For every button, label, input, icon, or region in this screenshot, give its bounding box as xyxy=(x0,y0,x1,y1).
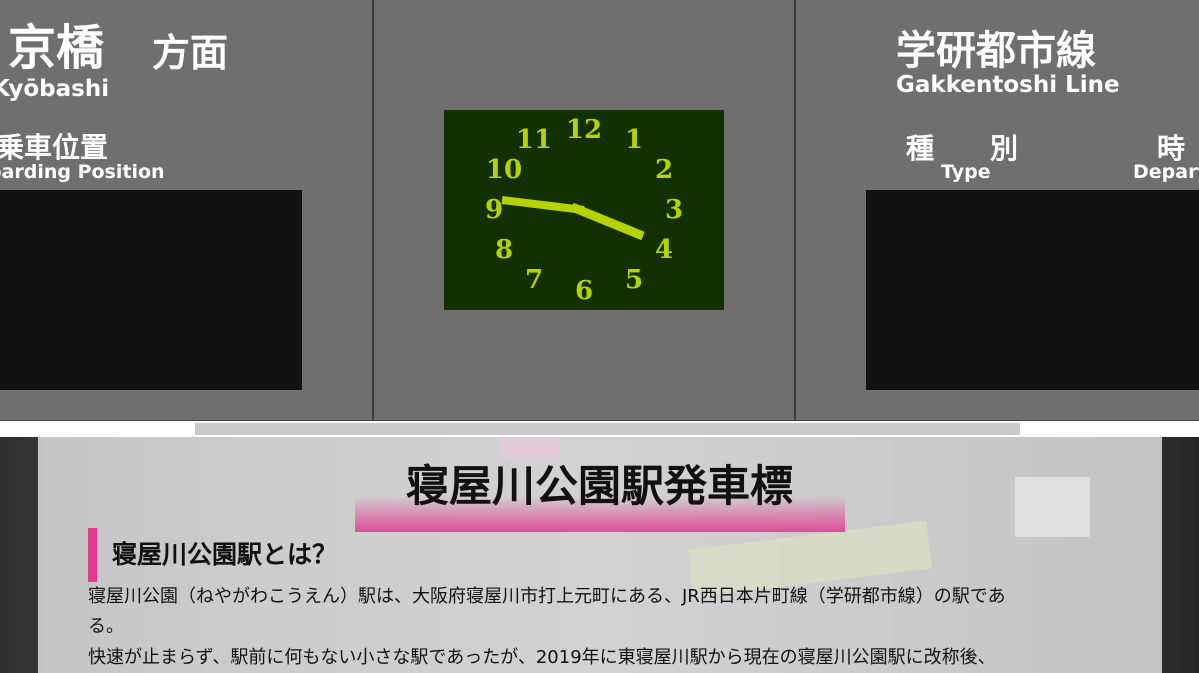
boarding-position-label-en: Boarding Position xyxy=(0,161,165,183)
clock-numeral-3: 3 xyxy=(665,195,683,225)
horizontal-scrollbar[interactable] xyxy=(195,423,1020,435)
departure-board: 京橋 方面 Kyōbashi 乗車位置 Boarding Position 12… xyxy=(0,0,1199,421)
clock-numeral-9: 9 xyxy=(485,195,503,225)
destination-name: 京橋 xyxy=(8,20,105,76)
departure-time-label-en: Depart xyxy=(1133,161,1199,183)
article-paragraph-line: る。 xyxy=(88,616,124,637)
line-name-en: Gakkentoshi Line xyxy=(896,72,1120,98)
line-name: 学研都市線 xyxy=(896,28,1096,74)
clock-hour-hand xyxy=(570,202,645,241)
clock-numeral-8: 8 xyxy=(495,235,513,265)
boarding-position-display xyxy=(0,190,302,390)
clock-numeral-6: 6 xyxy=(575,276,593,306)
page-title: 寝屋川公園駅発車標 xyxy=(406,462,793,512)
boarding-position-label: 乗車位置 xyxy=(0,131,109,164)
board-divider-left xyxy=(372,0,374,421)
section-heading: 寝屋川公園駅とは？ xyxy=(112,540,338,569)
board-divider-right xyxy=(794,0,796,421)
destination-name-en: Kyōbashi xyxy=(0,76,110,102)
board-bottom-edge xyxy=(0,420,1199,421)
direction-label: 方面 xyxy=(152,31,229,75)
clock-numeral-12: 12 xyxy=(566,115,602,145)
clock-numeral-5: 5 xyxy=(625,265,643,295)
train-type-label-en: Type xyxy=(941,161,991,183)
clock-numeral-1: 1 xyxy=(625,125,643,155)
clock-numeral-7: 7 xyxy=(525,265,543,295)
clock-face: 12 1 2 3 4 5 6 7 8 9 10 11 xyxy=(485,115,683,306)
clock-numeral-11: 11 xyxy=(516,125,552,155)
train-info-display xyxy=(866,190,1199,390)
article-paragraph-line: 快速が止まらず、駅前に何もない小さな駅であったが、2019年に東寝屋川駅から現在… xyxy=(88,647,996,668)
article-paragraph-line: 寝屋川公園（ねやがわこうえん）駅は、大阪府寝屋川市打上元町にある、JR西日本片町… xyxy=(88,586,1006,607)
section-heading-marker xyxy=(88,528,97,582)
analog-clock: 12 1 2 3 4 5 6 7 8 9 10 11 xyxy=(444,110,724,310)
clock-numeral-4: 4 xyxy=(655,235,673,265)
clock-numeral-2: 2 xyxy=(655,155,673,185)
clock-numeral-10: 10 xyxy=(486,155,522,185)
